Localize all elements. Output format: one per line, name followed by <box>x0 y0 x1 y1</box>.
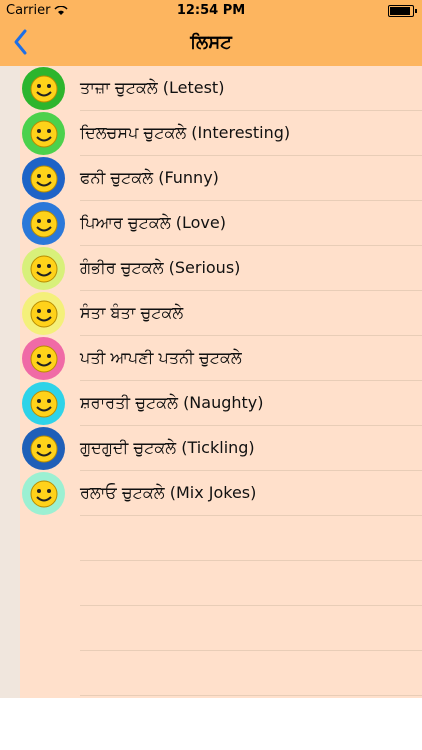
joke-category-list: ਤਾਜ਼ਾ ਚੁਟਕਲੇ (Letest) ਦਿਲਚਸਪ ਚੁਟਕਲੇ (Inte… <box>0 66 422 698</box>
list-item-label: ਫਨੀ ਚੁਟਕਲੇ (Funny) <box>80 168 219 187</box>
serious-face-icon <box>22 247 65 290</box>
row-divider <box>80 695 422 696</box>
list-item[interactable]: ਰਲਾਓ ਚੁਟਕਲੇ (Mix Jokes) <box>20 471 422 516</box>
list-item[interactable]: ਦਿਲਚਸਪ ਚੁਟਕਲੇ (Interesting) <box>20 111 422 156</box>
list-item[interactable]: ਗੰਭੀਰ ਚੁਟਕਲੇ (Serious) <box>20 246 422 291</box>
list-item-label: ਗੁਦਗੁਦੀ ਚੁਟਕਲੇ (Tickling) <box>80 438 255 457</box>
naughty-kid-icon <box>22 382 65 425</box>
laughing-face-icon <box>22 67 65 110</box>
tickling-icon <box>22 427 65 470</box>
list-item[interactable]: ਤਾਜ਼ਾ ਚੁਟਕਲੇ (Letest) <box>20 66 422 111</box>
smiley-face-icon <box>22 472 65 515</box>
thinking-face-icon <box>22 112 65 155</box>
list-item[interactable]: ਸੰਤਾ ਬੰਤਾ ਚੁਟਕਲੇ <box>20 291 422 336</box>
list-item-label: ਤਾਜ਼ਾ ਚੁਟਕਲੇ (Letest) <box>80 78 225 97</box>
navigation-bar: ਲਿਸਟ <box>0 22 422 66</box>
love-face-icon <box>22 202 65 245</box>
couple-icon <box>22 337 65 380</box>
list-item-label: ਰਲਾਓ ਚੁਟਕਲੇ (Mix Jokes) <box>80 483 257 502</box>
empty-row <box>20 561 422 606</box>
empty-row <box>20 651 422 696</box>
list-item[interactable]: ਪਤੀ ਆਪਣੀ ਪਤਨੀ ਚੁਟਕਲੇ <box>20 336 422 381</box>
list-item[interactable]: ਸ਼ਰਾਰਤੀ ਚੁਟਕਲੇ (Naughty) <box>20 381 422 426</box>
cartoon-dog-icon <box>22 157 65 200</box>
list-item-label: ਪਤੀ ਆਪਣੀ ਪਤਨੀ ਚੁਟਕਲੇ <box>80 348 242 367</box>
list-item-label: ਗੰਭੀਰ ਚੁਟਕਲੇ (Serious) <box>80 258 241 277</box>
app-header: Carrier 12:54 PM ਲਿਸਟ <box>0 0 422 66</box>
empty-row <box>20 606 422 651</box>
santa-banta-icon <box>22 292 65 335</box>
list-item-label: ਸ਼ਰਾਰਤੀ ਚੁਟਕਲੇ (Naughty) <box>80 393 264 412</box>
list-item[interactable]: ਗੁਦਗੁਦੀ ਚੁਟਕਲੇ (Tickling) <box>20 426 422 471</box>
battery-icon <box>388 5 417 17</box>
list-item[interactable]: ਫਨੀ ਚੁਟਕਲੇ (Funny) <box>20 156 422 201</box>
status-bar: Carrier 12:54 PM <box>0 0 422 22</box>
list-item[interactable]: ਪਿਆਰ ਚੁਟਕਲੇ (Love) <box>20 201 422 246</box>
status-time: 12:54 PM <box>176 3 246 18</box>
page-title: ਲਿਸਟ <box>190 32 232 53</box>
empty-row <box>20 516 422 561</box>
footer-area <box>0 698 422 750</box>
list-item-label: ਦਿਲਚਸਪ ਚੁਟਕਲੇ (Interesting) <box>80 123 291 142</box>
list-item-label: ਸੰਤਾ ਬੰਤਾ ਚੁਟਕਲੇ <box>80 303 184 322</box>
list-item-label: ਪਿਆਰ ਚੁਟਕਲੇ (Love) <box>80 213 226 232</box>
